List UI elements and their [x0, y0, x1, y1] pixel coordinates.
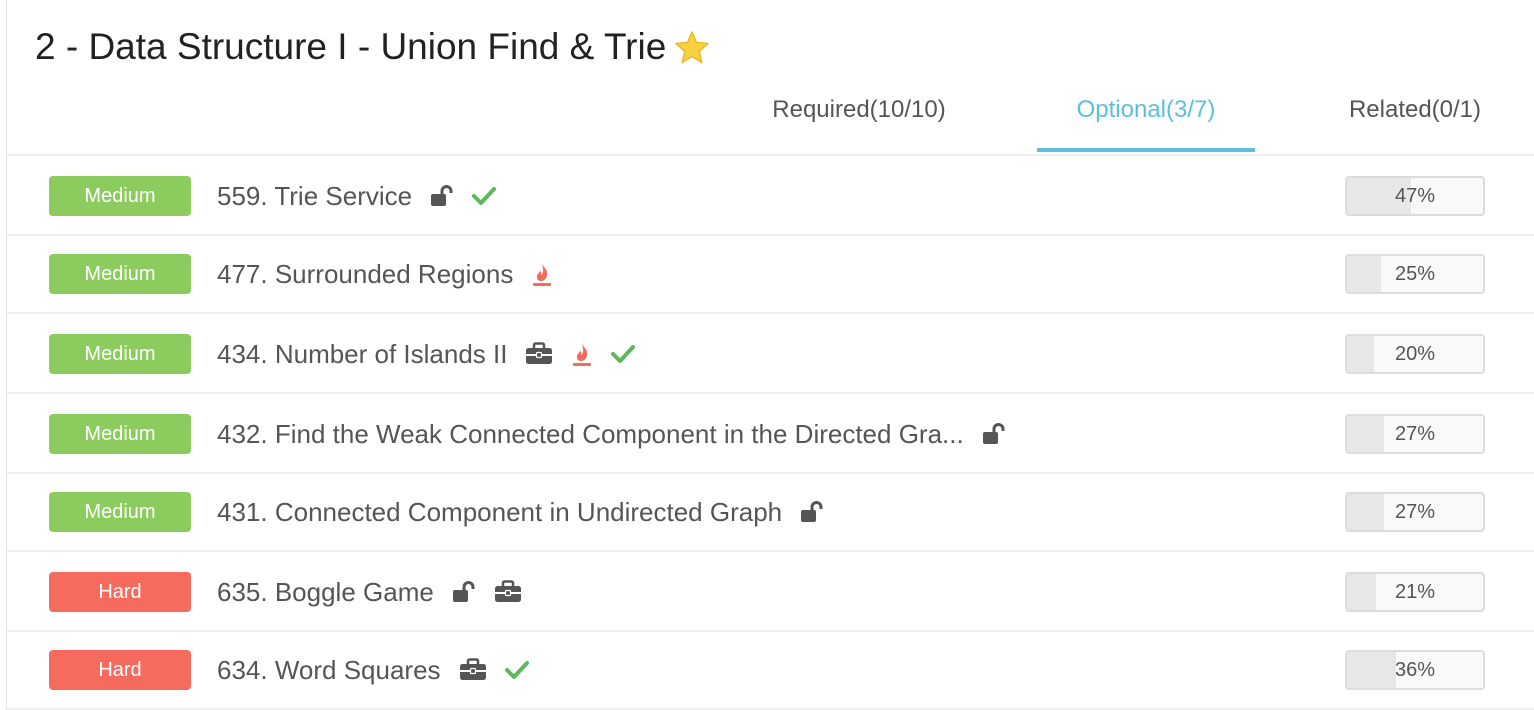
acceptance-rate-bar: 47% [1345, 176, 1485, 216]
difficulty-badge: Hard [49, 650, 191, 690]
check-icon [504, 660, 529, 680]
problem-title-link[interactable]: 432. Find the Weak Connected Component i… [217, 419, 964, 450]
acceptance-rate-bar: 36% [1345, 650, 1485, 690]
difficulty-badge: Medium [49, 492, 191, 532]
tab-label: Required(10/10) [772, 96, 946, 123]
unlock-icon [430, 185, 454, 207]
acceptance-rate-text: 21% [1394, 580, 1436, 603]
acceptance-rate-text: 47% [1394, 184, 1436, 207]
title-row: 2 - Data Structure I - Union Find & Trie [35, 26, 710, 68]
page-title: 2 - Data Structure I - Union Find & Trie [35, 26, 667, 67]
problem-info: 431. Connected Component in Undirected G… [217, 492, 824, 532]
problem-row[interactable]: Medium 559. Trie Service 47% [7, 156, 1534, 236]
problem-row[interactable]: Medium 477. Surrounded Regions 25% [7, 234, 1534, 314]
problem-info: 477. Surrounded Regions [217, 254, 553, 294]
header: 2 - Data Structure I - Union Find & Trie… [7, 0, 1534, 156]
problem-title-link[interactable]: 434. Number of Islands II [217, 339, 507, 370]
problem-info: 434. Number of Islands II [217, 334, 636, 374]
acceptance-rate-text: 36% [1394, 658, 1436, 681]
acceptance-rate-bar: 21% [1345, 572, 1485, 612]
problem-row[interactable]: Hard 634. Word Squares 36% [7, 630, 1534, 710]
problem-row[interactable]: Medium 434. Number of Islands II 20% [7, 314, 1534, 394]
tab-label: Optional(3/7) [1076, 96, 1216, 123]
active-tab-indicator [1037, 148, 1255, 152]
unlock-icon [982, 423, 1006, 445]
problem-row[interactable]: Hard 635. Boggle Game 21% [7, 552, 1534, 632]
difficulty-badge: Hard [49, 572, 191, 612]
acceptance-rate-bar: 27% [1345, 492, 1485, 532]
briefcase-icon [459, 658, 487, 682]
star-icon[interactable] [674, 30, 710, 64]
problem-title-link[interactable]: 559. Trie Service [217, 181, 412, 212]
check-icon [611, 344, 636, 364]
acceptance-rate-text: 27% [1394, 500, 1436, 523]
problem-info: 635. Boggle Game [217, 572, 522, 612]
acceptance-rate-text: 25% [1394, 262, 1436, 285]
fire-icon [531, 261, 553, 287]
acceptance-rate-bar: 25% [1345, 254, 1485, 294]
acceptance-rate-bar: 27% [1345, 414, 1485, 454]
tab-related[interactable]: Related(0/1) [1325, 96, 1505, 152]
problem-title-link[interactable]: 635. Boggle Game [217, 577, 434, 608]
briefcase-icon [494, 580, 522, 604]
problem-row[interactable]: Medium 432. Find the Weak Connected Compo… [7, 394, 1534, 474]
problem-info: 634. Word Squares [217, 650, 529, 690]
problem-info: 559. Trie Service [217, 176, 497, 216]
problem-title-link[interactable]: 477. Surrounded Regions [217, 259, 513, 290]
difficulty-badge: Medium [49, 176, 191, 216]
acceptance-rate-text: 20% [1394, 342, 1436, 365]
acceptance-rate-bar: 20% [1345, 334, 1485, 374]
tab-optional[interactable]: Optional(3/7) [1037, 96, 1255, 152]
difficulty-badge: Medium [49, 254, 191, 294]
problem-list-panel: 2 - Data Structure I - Union Find & Trie… [6, 0, 1534, 710]
difficulty-badge: Medium [49, 334, 191, 374]
unlock-icon [800, 501, 824, 523]
difficulty-badge: Medium [49, 414, 191, 454]
problem-info: 432. Find the Weak Connected Component i… [217, 414, 1006, 454]
problem-row[interactable]: Medium 431. Connected Component in Undire… [7, 472, 1534, 552]
check-icon [472, 186, 497, 206]
acceptance-rate-text: 27% [1394, 422, 1436, 445]
fire-icon [571, 341, 593, 367]
unlock-icon [452, 581, 476, 603]
problem-title-link[interactable]: 431. Connected Component in Undirected G… [217, 497, 782, 528]
briefcase-icon [525, 342, 553, 366]
tab-label: Related(0/1) [1348, 96, 1482, 123]
problem-title-link[interactable]: 634. Word Squares [217, 655, 441, 686]
tab-required[interactable]: Required(10/10) [749, 96, 969, 152]
tab-bar: Required(10/10) Optional(3/7) Related(0/… [7, 96, 1534, 152]
